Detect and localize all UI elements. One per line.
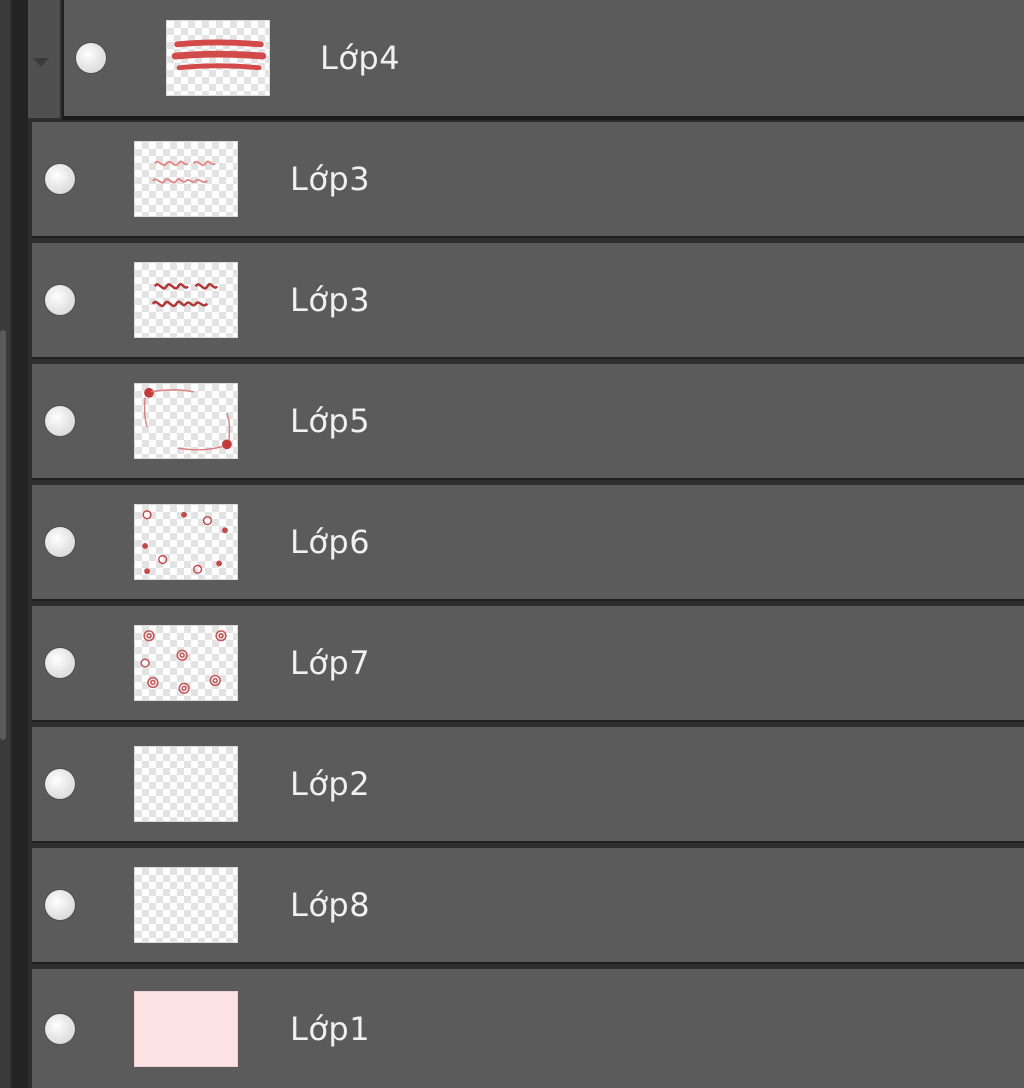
eye-icon[interactable] [45,890,75,920]
eye-icon[interactable] [45,1013,75,1044]
eye-icon[interactable] [45,769,75,799]
layer-row[interactable]: Lớp5 [32,364,1024,480]
scattered-flowers-thumbnail [140,630,227,694]
scattered-dots-thumbnail [142,510,228,575]
layer-thumbnail[interactable] [134,625,238,701]
chevron-down-icon[interactable] [33,58,49,67]
handwriting-thumbnail [152,160,216,184]
scrollbar[interactable] [0,330,6,740]
layer-row[interactable]: Lớp6 [32,485,1024,601]
layer-thumbnail[interactable] [134,262,238,338]
panel-left-rail [0,0,10,1088]
eye-icon[interactable] [45,648,75,678]
layer-name[interactable]: Lớp5 [290,402,370,440]
layer-row[interactable]: Lớp2 [32,727,1024,843]
layer-name[interactable]: Lớp3 [290,281,370,319]
eye-icon[interactable] [45,285,75,315]
layer-name[interactable]: Lớp6 [290,523,370,561]
layer-thumbnail[interactable] [134,990,238,1067]
layer-name[interactable]: Lớp8 [290,886,370,924]
layer-thumbnail[interactable] [134,141,238,217]
eye-icon[interactable] [45,164,75,194]
layer-row[interactable]: Lớp4 [62,0,1024,120]
layer-thumbnail[interactable] [134,746,238,822]
layer-row[interactable]: Lớp7 [32,606,1024,722]
layer-name[interactable]: Lớp4 [320,39,400,77]
layer-row[interactable]: Lớp1 [32,969,1024,1088]
layer-thumbnail[interactable] [134,383,238,459]
eye-icon[interactable] [76,43,106,73]
frame-thumbnail [143,387,232,451]
layer-thumbnail[interactable] [134,867,238,943]
handwriting-thumbnail [151,282,219,308]
brush-strokes-thumbnail [171,39,267,71]
layer-row[interactable]: Lớp3 [32,243,1024,359]
layer-name[interactable]: Lớp2 [290,765,370,803]
layer-name[interactable]: Lớp1 [290,1010,370,1048]
layer-row[interactable]: Lớp3 [32,122,1024,238]
layer-thumbnail[interactable] [134,504,238,580]
layer-thumbnail[interactable] [166,20,270,96]
layer-row[interactable]: Lớp8 [32,848,1024,964]
panel-divider [12,0,28,1088]
layer-name[interactable]: Lớp3 [290,160,370,198]
layer-name[interactable]: Lớp7 [290,644,370,682]
eye-icon[interactable] [45,406,75,436]
eye-icon[interactable] [45,527,75,557]
